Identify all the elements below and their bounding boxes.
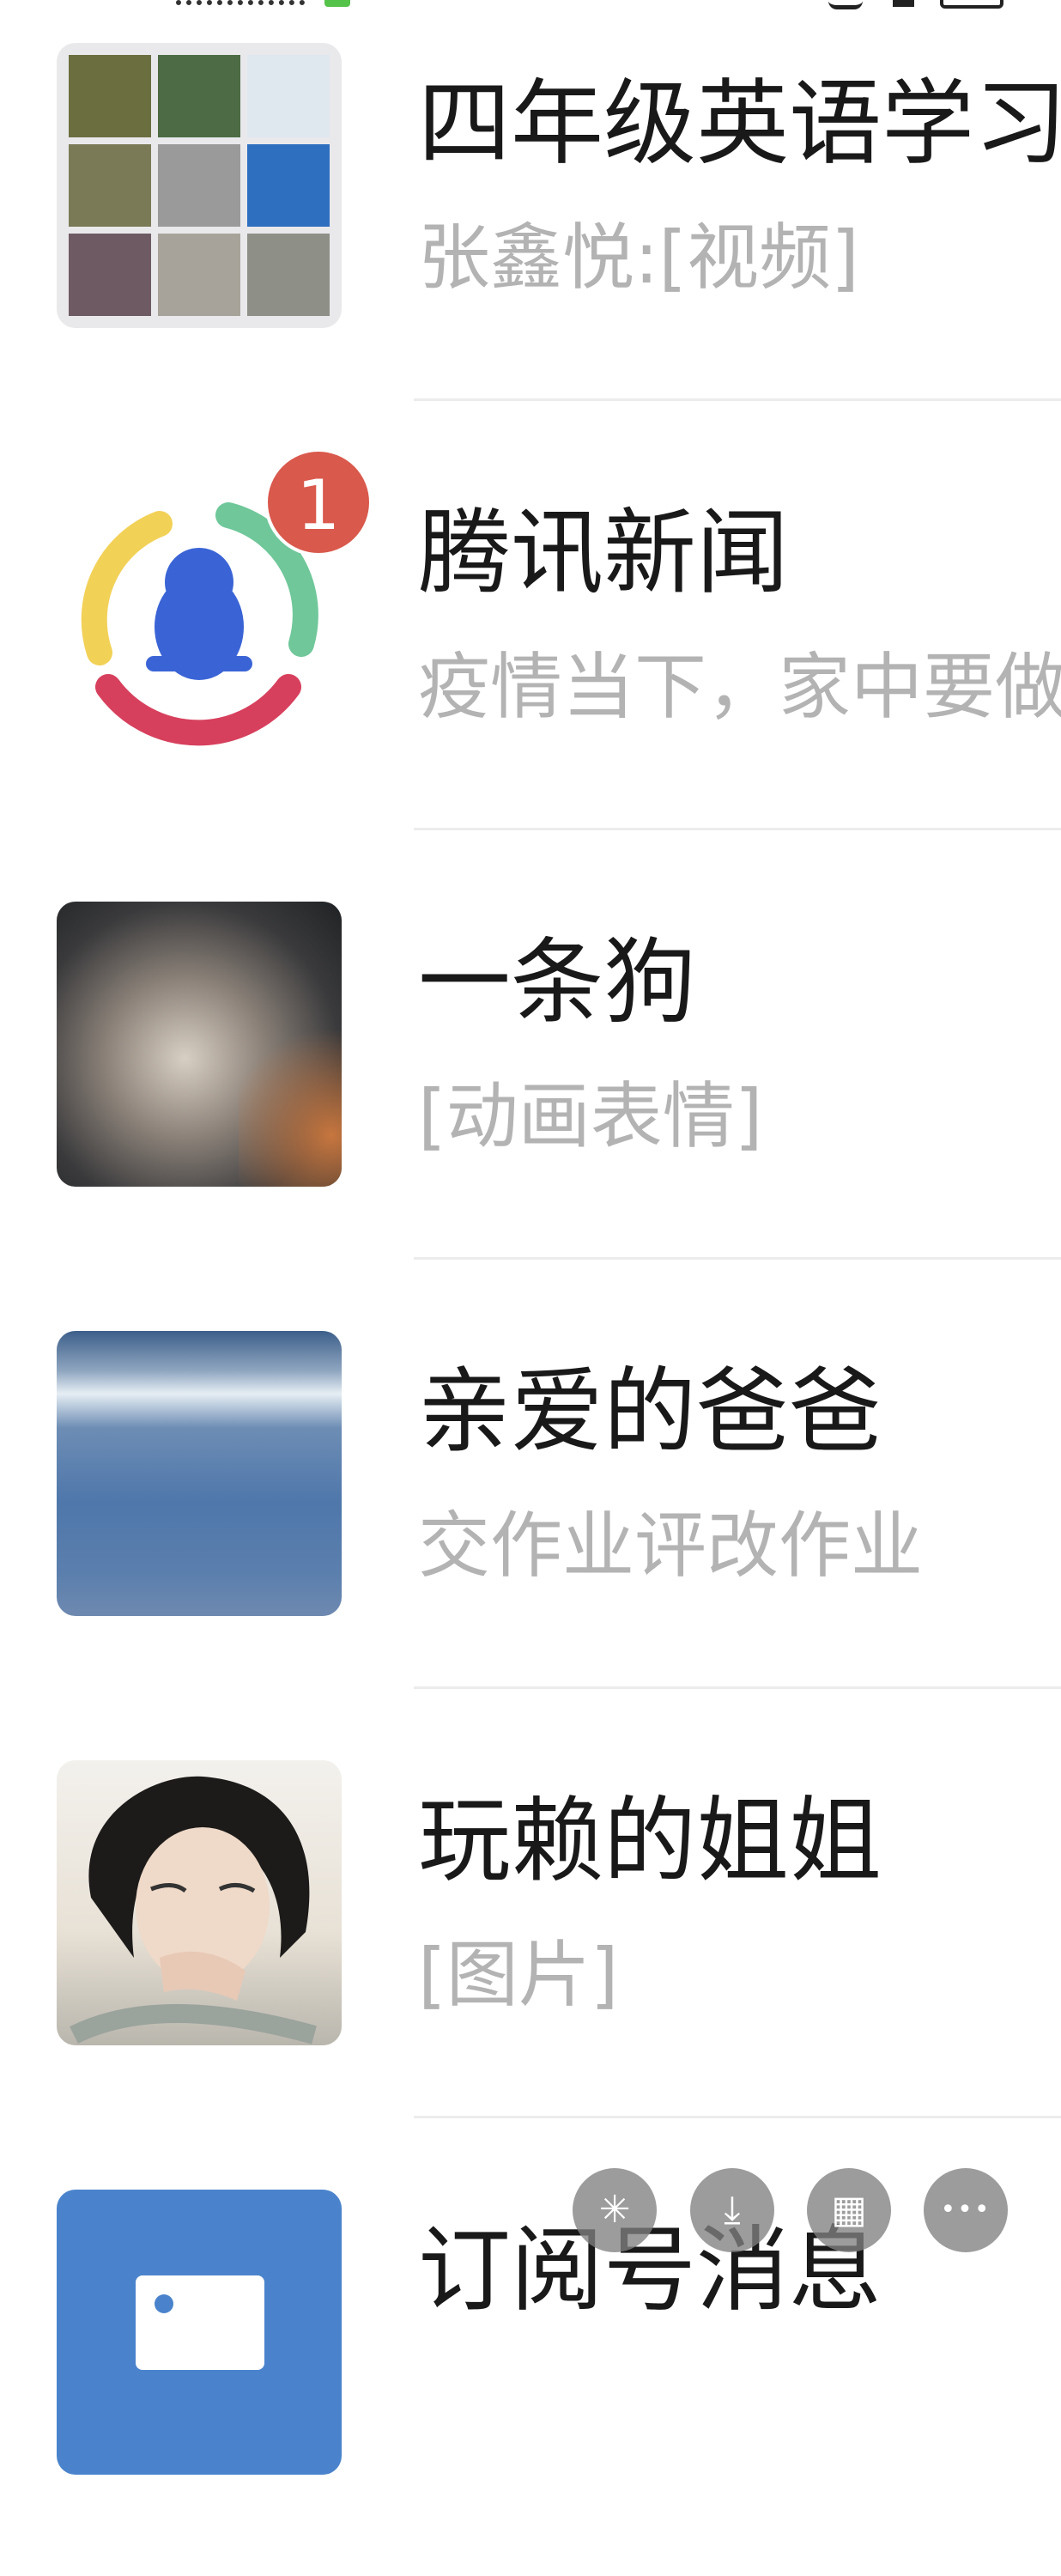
download-icon[interactable]: ⤓ [690,2168,774,2252]
chat-preview: 交作业评改作业 [418,1504,924,1588]
chat-title: 四年级英语学习 [418,70,1061,178]
group-photo-3 [247,55,330,137]
grid-icon[interactable]: ▦ [807,2168,891,2252]
sparkle-icon[interactable]: ✳ [573,2168,657,2252]
chat-title: 腾讯新闻 [418,500,790,607]
divider [414,828,1061,830]
chat-preview: [动画表情] [418,1074,763,1158]
divider [414,1686,1061,1689]
subscription-icon [136,2275,264,2370]
group-avatar [57,43,342,328]
sketch-portrait-graphic [70,1776,317,2044]
chat-preview: 张鑫悦:[视频] [418,216,859,300]
sky-sea-photo-avatar [57,1331,342,1616]
chat-row-sister[interactable]: 玩赖的姐姐 [图片] [0,1717,1061,2147]
divider [414,398,1061,401]
subscription-avatar [57,2190,342,2475]
chat-preview: 疫情当下，家中要做 [418,645,1061,729]
group-photo-2 [158,55,240,137]
group-photo-7 [69,234,151,316]
chat-row-subscriptions[interactable]: 订阅号消息 [0,2147,1061,2576]
group-photo-9 [247,234,330,316]
chat-preview: [图片] [418,1933,619,2017]
chat-title: 一条狗 [418,929,697,1036]
unread-badge: 1 [264,448,373,556]
group-photo-8 [158,234,240,316]
divider [414,1257,1061,1260]
group-photo-6 [247,144,330,227]
group-photo-1 [69,55,151,137]
chat-row-dad[interactable]: 亲爱的爸爸 交作业评改作业 [0,1288,1061,1717]
chat-row-yitiaogou[interactable]: 一条狗 [动画表情] [0,859,1061,1288]
chat-row-english-group[interactable]: 四年级英语学习 张鑫悦:[视频] [0,0,1061,429]
group-photo-5 [158,144,240,227]
group-photo-4 [69,144,151,227]
more-icon[interactable]: ••• [924,2168,1008,2252]
chat-row-tencent-news[interactable]: 腾讯新闻 疫情当下，家中要做 [0,429,1061,859]
girl-photo-avatar [57,902,342,1187]
sketch-portrait-avatar [57,1760,342,2045]
chat-title: 玩赖的姐姐 [418,1788,882,1895]
divider [414,2116,1061,2118]
chat-title: 亲爱的爸爸 [418,1358,882,1466]
